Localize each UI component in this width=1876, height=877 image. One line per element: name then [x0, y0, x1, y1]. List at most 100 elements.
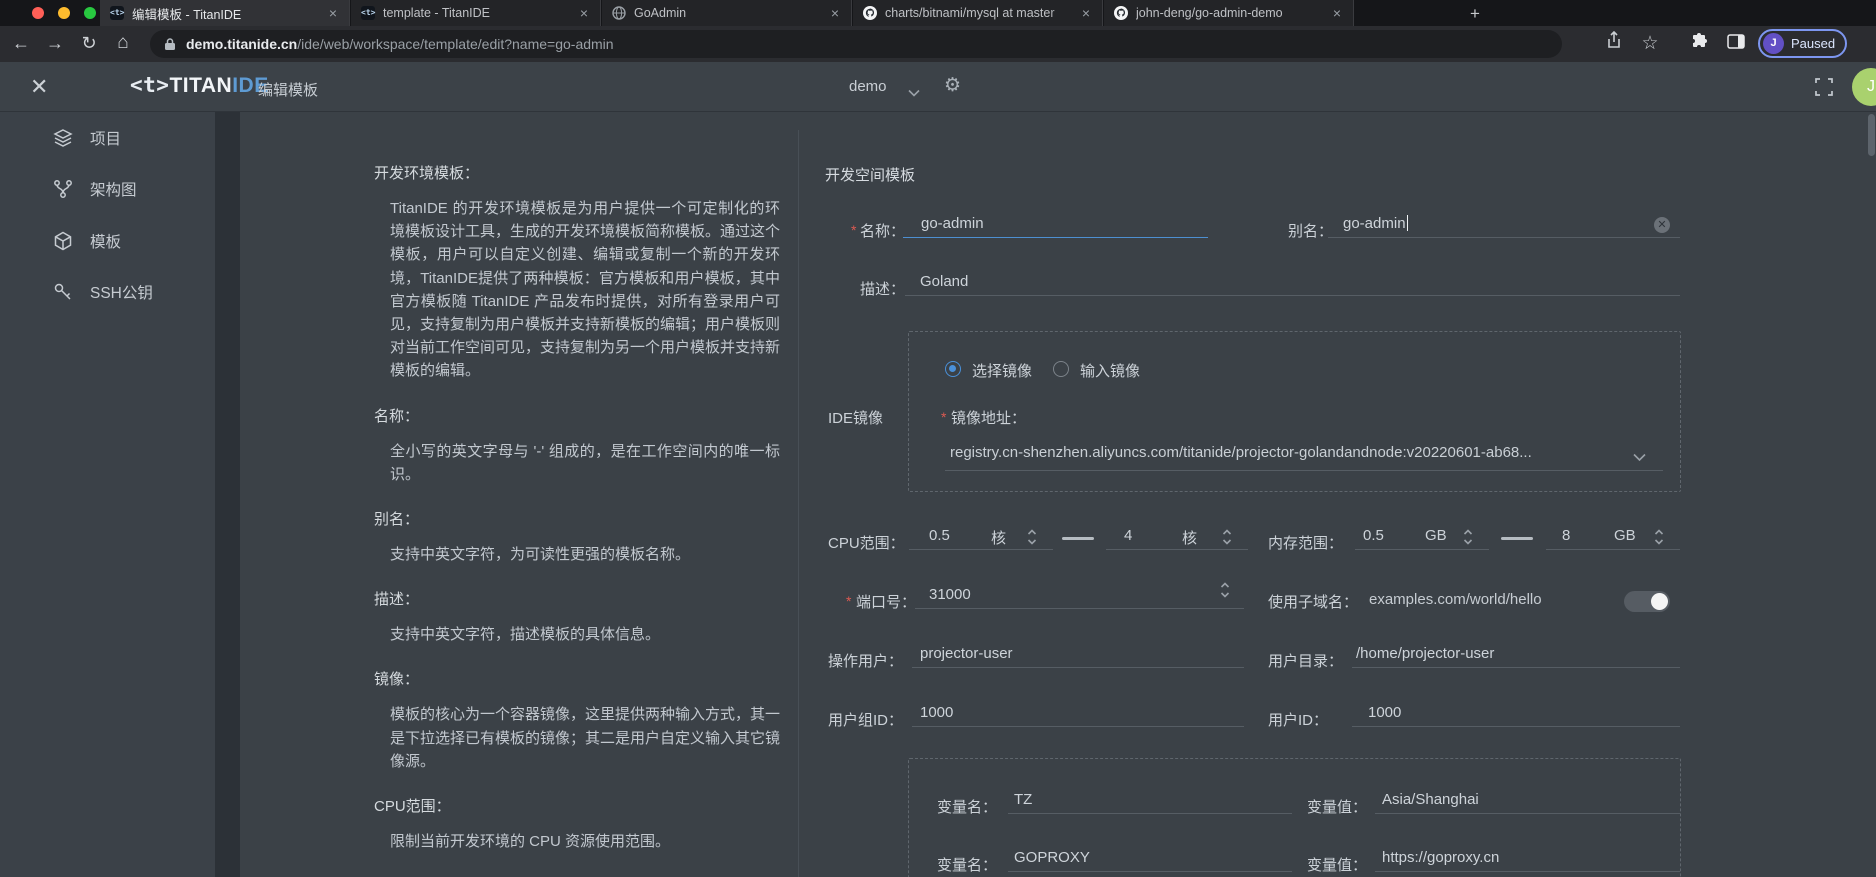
stepper-icon[interactable] — [1222, 528, 1232, 546]
panel-gap — [215, 112, 240, 877]
lock-icon — [164, 37, 176, 51]
fullscreen-icon[interactable] — [1815, 78, 1833, 101]
doc-body: 限制当前开发环境的 CPU 资源使用范围。 — [390, 830, 780, 853]
tab-title: template - TitanIDE — [383, 6, 576, 20]
url-domain: demo.titanide.cn — [186, 36, 297, 52]
titanide-favicon: <t> — [110, 6, 124, 20]
sidebar-item-label: 架构图 — [90, 178, 137, 200]
github-icon — [1114, 6, 1128, 20]
doc-heading: 名称： — [374, 405, 780, 428]
description-input[interactable]: Goland — [905, 270, 1680, 296]
env-name-label: 变量名： — [937, 854, 997, 875]
cpu-range-label: CPU范围： — [828, 532, 905, 553]
env-name-label: 变量名： — [937, 796, 997, 817]
user-dir-input[interactable]: /home/projector-user — [1352, 642, 1680, 668]
forward-icon[interactable]: → — [42, 26, 68, 62]
browser-tab-bar: <t> 编辑模板 - TitanIDE × <t> template - Tit… — [0, 0, 1876, 26]
github-icon — [863, 6, 877, 20]
radio-select-image-label[interactable]: 选择镜像 — [972, 360, 1032, 381]
doc-heading: 别名： — [374, 508, 780, 531]
chevron-down-icon[interactable] — [1633, 449, 1646, 467]
doc-heading: 镜像： — [374, 668, 780, 691]
close-icon[interactable]: ✕ — [30, 74, 48, 100]
stepper-icon[interactable] — [1463, 528, 1473, 546]
home-icon[interactable]: ⌂ — [110, 26, 136, 62]
subdomain-toggle[interactable] — [1624, 591, 1670, 612]
workspace-selector[interactable]: demo — [849, 78, 887, 95]
scrollbar-thumb[interactable] — [1868, 114, 1875, 156]
sidebar-item-ssh-keys[interactable]: SSH公钥 — [0, 275, 215, 309]
share-icon[interactable] — [1600, 30, 1628, 58]
side-panel-icon[interactable] — [1722, 30, 1750, 58]
required-asterisk: * — [851, 222, 856, 238]
operator-user-input[interactable]: projector-user — [912, 642, 1244, 668]
profile-avatar: J — [1763, 33, 1784, 54]
stepper-icon[interactable] — [1220, 581, 1230, 599]
macos-minimize-button[interactable] — [58, 7, 70, 19]
cpu-min-input[interactable]: 0.5 核 — [909, 524, 1053, 550]
doc-heading: CPU范围： — [374, 795, 780, 818]
gear-icon[interactable]: ⚙ — [944, 74, 961, 97]
back-icon[interactable]: ← — [8, 26, 34, 62]
user-id-input[interactable]: 1000 — [1352, 701, 1680, 727]
image-address-underline — [945, 470, 1663, 471]
tab-close-icon[interactable]: × — [1078, 5, 1094, 21]
browser-tab-edit-template[interactable]: <t> 编辑模板 - TitanIDE × — [100, 0, 350, 26]
profile-status-label: Paused — [1791, 36, 1835, 51]
browser-tab-template[interactable]: <t> template - TitanIDE × — [351, 0, 601, 26]
name-input[interactable]: go-admin — [903, 212, 1208, 238]
chevron-down-icon[interactable] — [908, 84, 920, 102]
address-bar[interactable]: demo.titanide.cn/ide/web/workspace/templ… — [150, 30, 1562, 58]
env-value-input[interactable]: Asia/Shanghai — [1375, 788, 1680, 814]
env-name-input[interactable]: TZ — [1008, 788, 1292, 814]
port-input[interactable]: 31000 — [915, 583, 1244, 609]
required-asterisk: * — [941, 409, 946, 425]
radio-input-image[interactable] — [1053, 361, 1069, 377]
reload-icon[interactable]: ↻ — [76, 26, 102, 62]
alias-input[interactable]: go-admin ✕ — [1328, 212, 1680, 238]
template-help-docs: 开发环境模板：TitanIDE 的开发环境模板是为用户提供一个可定制化的环境模板… — [374, 162, 780, 853]
user-avatar[interactable]: J — [1852, 68, 1876, 106]
subdomain-label: 使用子域名： — [1268, 591, 1358, 612]
cube-icon — [52, 230, 74, 252]
form-title: 开发空间模板 — [825, 164, 915, 185]
browser-tab-goadmin[interactable]: GoAdmin × — [602, 0, 852, 26]
new-tab-button[interactable]: + — [1464, 3, 1486, 25]
bookmark-star-icon[interactable]: ☆ — [1636, 30, 1664, 58]
memory-max-input[interactable]: 8 GB — [1546, 524, 1680, 550]
image-address-value[interactable]: registry.cn-shenzhen.aliyuncs.com/titani… — [950, 444, 1532, 461]
radio-input-image-label[interactable]: 输入镜像 — [1080, 360, 1140, 381]
port-label: 端口号： — [856, 591, 916, 612]
tab-title: 编辑模板 - TitanIDE — [132, 4, 325, 23]
clear-icon[interactable]: ✕ — [1654, 217, 1670, 233]
env-name-input[interactable]: GOPROXY — [1008, 846, 1292, 872]
stepper-icon[interactable] — [1654, 528, 1664, 546]
tab-close-icon[interactable]: × — [827, 5, 843, 21]
browser-tab-go-admin-demo[interactable]: john-deng/go-admin-demo × — [1104, 0, 1354, 26]
sidebar-item-projects[interactable]: 项目 — [0, 121, 215, 155]
tab-close-icon[interactable]: × — [325, 5, 341, 21]
doc-heading: 开发环境模板： — [374, 162, 780, 185]
memory-min-input[interactable]: 0.5 GB — [1355, 524, 1489, 550]
column-divider — [798, 130, 799, 877]
group-id-input[interactable]: 1000 — [912, 701, 1244, 727]
env-value-input[interactable]: https://goproxy.cn — [1375, 846, 1680, 872]
tab-title: charts/bitnami/mysql at master — [885, 6, 1078, 20]
tab-close-icon[interactable]: × — [576, 5, 592, 21]
radio-select-image[interactable] — [945, 361, 961, 377]
titanide-favicon: <t> — [361, 6, 375, 20]
browser-tab-charts-mysql[interactable]: charts/bitnami/mysql at master × — [853, 0, 1103, 26]
extensions-puzzle-icon[interactable] — [1686, 30, 1714, 58]
page-title: 编辑模板 — [258, 79, 318, 100]
macos-zoom-button[interactable] — [84, 7, 96, 19]
doc-body: 全小写的英文字母与 '-' 组成的，是在工作空间内的唯一标识。 — [390, 440, 780, 486]
cpu-max-input[interactable]: 4 核 — [1106, 524, 1248, 550]
stepper-icon[interactable] — [1027, 528, 1037, 546]
url-path: /ide/web/workspace/template/edit?name=go… — [297, 36, 613, 52]
tab-close-icon[interactable]: × — [1329, 5, 1345, 21]
browser-profile-button[interactable]: J Paused — [1758, 29, 1847, 58]
sidebar-item-architecture[interactable]: 架构图 — [0, 172, 215, 206]
ide-image-label: IDE镜像 — [828, 407, 883, 428]
macos-close-button[interactable] — [32, 7, 44, 19]
sidebar-item-templates[interactable]: 模板 — [0, 224, 215, 258]
